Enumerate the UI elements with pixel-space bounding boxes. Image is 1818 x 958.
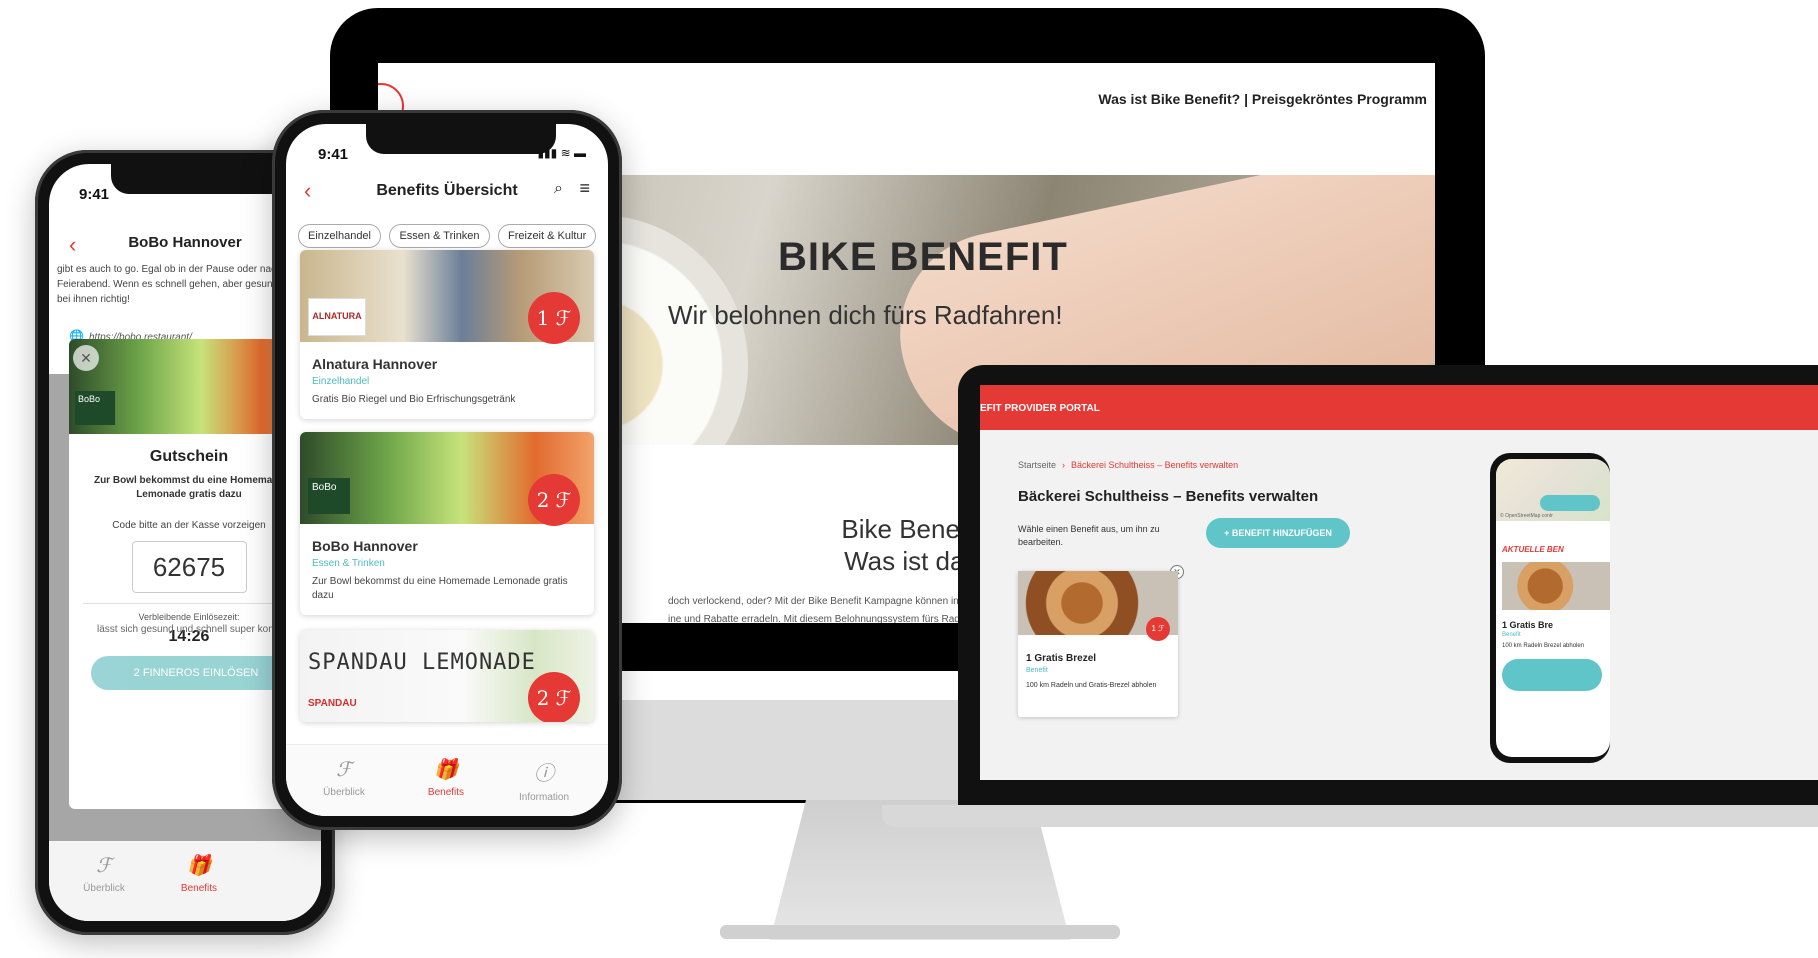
finneros-badge: 2 ℱ [528,474,580,526]
card-name: 1 Gratis Brezel [1026,653,1097,664]
tab-label: Überblick [83,883,125,894]
tab-bar: ℱ Überblick 🎁 Benefits [49,841,321,921]
tab-label: Information [518,792,570,803]
portal-header: EFIT PROVIDER PORTAL [980,385,1818,430]
status-time: 9:41 [318,146,349,163]
pretzel-image: 1 ℱ [1018,571,1178,641]
search-icon[interactable]: ⌕ [554,180,563,198]
tab-information[interactable]: ⓘ Information [504,757,584,803]
middle-phone-screen: 9:41 ▮▮▮ ≋ ▬ ‹ Benefits Übersicht ⌕ ≡ Ei… [286,124,608,816]
status-icons: ▮▮▮ ≋ ▬ [537,146,586,160]
voucher-divider [83,603,295,604]
pretzel-image [1502,562,1610,610]
gift-icon: 🎁 [186,853,212,877]
breadcrumb-current: Bäckerei Schultheiss – Benefits verwalte… [1071,460,1239,470]
card-image: ALNATURA 1 ℱ [300,250,594,344]
finneros-icon: ℱ [96,853,112,877]
benefit-card-alnatura[interactable]: ALNATURA 1 ℱ Alnatura Hannover Einzelhan… [300,250,594,419]
preview-phone-screen: © OpenStreetMap contr AKTUELLE BEN 1 Gra… [1496,459,1610,757]
finneros-badge: 1 ℱ [528,292,580,344]
voucher-code: 62675 [131,541,247,593]
benefit-card-bobo[interactable]: BoBo 2 ℱ BoBo Hannover Essen & Trinken Z… [300,432,594,615]
filter-icon[interactable]: ≡ [579,178,590,199]
card-category: Benefit [1502,632,1521,638]
chip-freizeit-kultur[interactable]: Freizeit & Kultur [498,224,597,248]
card-description: Zur Bowl bekommst du eine Homemade Lemon… [312,576,568,601]
laptop-base [882,805,1818,827]
card-name: Alnatura Hannover [312,356,438,372]
gift-icon: 🎁 [433,757,459,781]
breadcrumb: Startseite › Bäckerei Schultheiss – Benefi… [1018,460,1238,470]
chip-einzelhandel[interactable]: Einzelhandel [298,224,381,248]
device-mockup-stage: Was ist Bike Benefit? | Preisgekröntes P… [0,0,1818,958]
tab-label: Benefits [427,787,465,798]
tab-bar: ℱ Überblick 🎁 Benefits ⓘ Information [286,744,608,816]
portal-title: EFIT PROVIDER PORTAL [980,403,1100,414]
instruction-text: Wähle einen Benefit aus, um ihn zu bearb… [1018,524,1160,547]
tab-benefits[interactable]: 🎁 Benefits [406,757,486,798]
hero-title: BIKE BENEFIT [778,235,1068,279]
finneros-badge: 1 ℱ [1146,617,1170,641]
card-image: BoBo 2 ℱ [300,432,594,526]
laptop: EFIT PROVIDER PORTAL Startseite › Bäckerei… [958,365,1818,825]
phone-notch [366,124,556,154]
tab-overview[interactable]: ℱ Überblick [64,853,144,894]
card-category: Benefit [1026,667,1048,674]
alnatura-logo: ALNATURA [308,298,366,336]
card-description: Gratis Bio Riegel und Bio Erfrischungsge… [312,394,516,405]
card-category: Essen & Trinken [312,558,385,569]
bobo-logo: BoBo [308,478,350,514]
card-description: 100 km Radeln Brezel abholen [1502,643,1585,649]
spandau-logo: SPANDAU [308,698,357,709]
benefit-card-spandau[interactable]: SPANDAU LEMONADE SPANDAU 2 ℱ [300,630,594,722]
redeem-button[interactable]: 2 FINNEROS EINLÖSEN [91,656,301,690]
laptop-screen: EFIT PROVIDER PORTAL Startseite › Bäckerei… [980,385,1818,780]
status-time: 9:41 [79,186,110,203]
tab-label: Überblick [323,787,365,798]
desktop-nav[interactable]: Was ist Bike Benefit? | Preisgekröntes P… [1098,91,1427,107]
preview-phone: © OpenStreetMap contr AKTUELLE BEN 1 Gra… [1490,453,1610,763]
finneros-badge: 2 ℱ [528,672,580,722]
card-description: 100 km Radeln und Gratis-Brezel abholen [1026,682,1157,689]
hero-subtitle: Wir belohnen dich fürs Radfahren! [668,300,1063,330]
card-category: Einzelhandel [312,376,370,387]
card-image: SPANDAU LEMONADE SPANDAU 2 ℱ [300,630,594,722]
monitor-base [720,925,1120,939]
card-name: BoBo Hannover [312,538,418,554]
breadcrumb-home[interactable]: Startseite [1018,460,1056,470]
page-title: Bäckerei Schultheiss – Benefits verwalte… [1018,488,1319,505]
card-name: 1 Gratis Bre [1502,620,1554,630]
close-icon[interactable]: ✕ [73,345,99,371]
info-icon: ⓘ [534,761,554,785]
section-label: AKTUELLE BEN [1502,545,1564,554]
category-chips: Einzelhandel Essen & Trinken Freizeit & … [298,224,600,248]
add-benefit-button[interactable]: + BENEFIT HINZUFÜGEN [1206,518,1350,548]
benefit-card[interactable]: ✕ 1 ℱ 1 Gratis Brezel Benefit 100 km Rad… [1018,565,1184,717]
chevron-right-icon: › [1062,460,1066,470]
middle-phone: 9:41 ▮▮▮ ≋ ▬ ‹ Benefits Übersicht ⌕ ≡ Ei… [272,110,622,830]
map-preview[interactable]: © OpenStreetMap contr [1496,459,1610,521]
map-action-button[interactable] [1540,495,1600,511]
bobo-logo: BoBo [75,391,115,425]
tab-benefits[interactable]: 🎁 Benefits [159,853,239,894]
finneros-icon: ℱ [336,757,352,781]
tab-label: Benefits [180,883,218,894]
chip-essen-trinken[interactable]: Essen & Trinken [389,224,490,248]
map-credit: © OpenStreetMap contr [1500,513,1553,519]
spandau-wordmark: SPANDAU LEMONADE [308,650,536,675]
tab-overview[interactable]: ℱ Überblick [304,757,384,798]
redeem-button[interactable] [1502,659,1602,691]
